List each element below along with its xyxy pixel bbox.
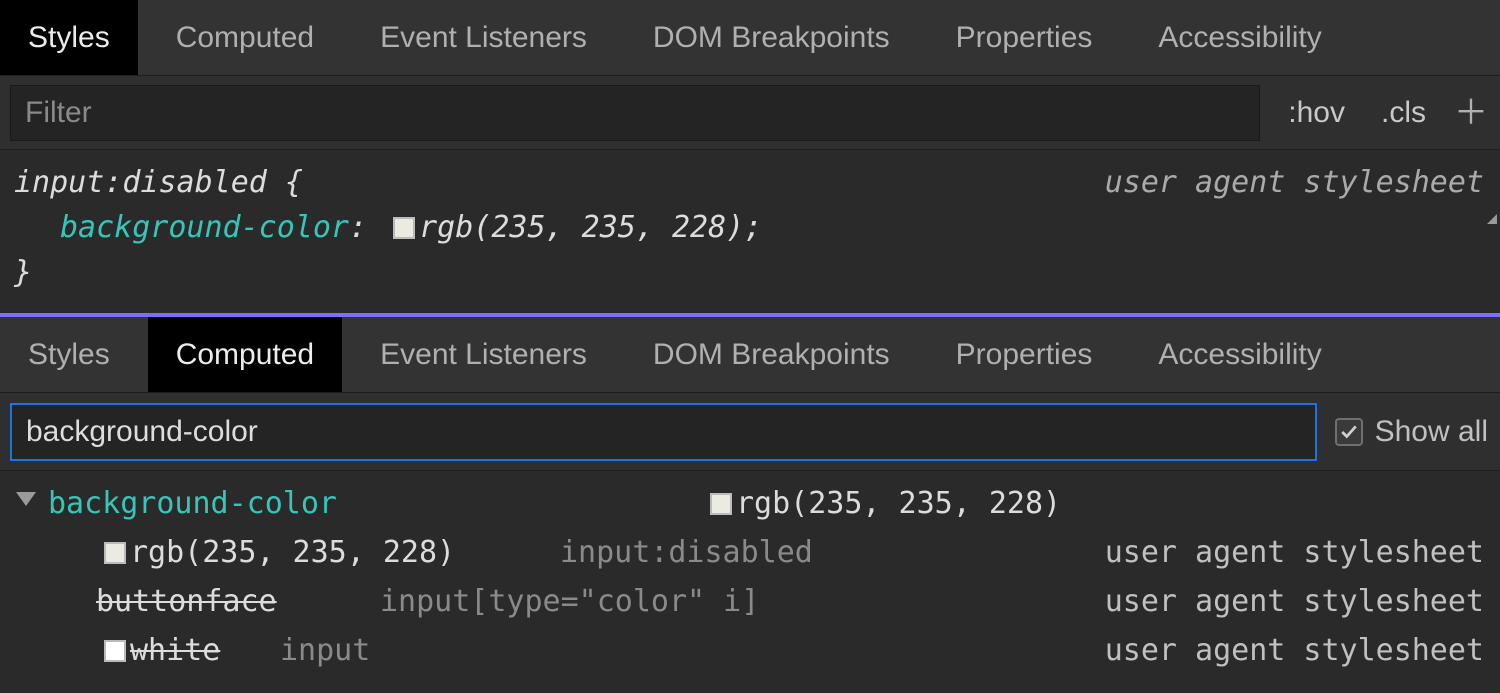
css-property-value[interactable]: rgb(235, 235, 228); <box>419 210 762 245</box>
trace-origin: user agent stylesheet <box>1105 579 1484 624</box>
rule-origin-label: user agent stylesheet <box>1105 160 1484 205</box>
styles-panel-tabbar: Styles Computed Event Listeners DOM Brea… <box>0 0 1500 76</box>
trace-origin: user agent stylesheet <box>1105 530 1484 575</box>
computed-properties-list: background-color rgb(235, 235, 228) rgb(… <box>0 471 1500 675</box>
styles-filter-wrap <box>0 76 1270 149</box>
computed-property-value: rgb(235, 235, 228) <box>736 486 1061 521</box>
tab-properties[interactable]: Properties <box>928 0 1121 75</box>
computed-toolbar: Show all <box>0 393 1500 471</box>
color-swatch-icon[interactable] <box>393 217 415 239</box>
trace-selector: input[type="color" i] <box>380 579 759 624</box>
trace-value: rgb(235, 235, 228) <box>130 530 455 575</box>
tab-event-listeners[interactable]: Event Listeners <box>352 317 615 392</box>
show-all-wrap: Show all <box>1335 415 1488 449</box>
tab-accessibility[interactable]: Accessibility <box>1130 317 1349 392</box>
tab-computed[interactable]: Computed <box>148 317 342 392</box>
color-swatch-icon[interactable] <box>710 493 732 515</box>
tab-event-listeners[interactable]: Event Listeners <box>352 0 615 75</box>
trace-row[interactable]: rgb(235, 235, 228) input:disabled user a… <box>0 528 1500 577</box>
expand-triangle-icon[interactable] <box>16 492 36 516</box>
styles-toolbar: :hov .cls ＋ <box>0 76 1500 150</box>
hov-toggle-button[interactable]: :hov <box>1270 76 1363 149</box>
tab-properties[interactable]: Properties <box>928 317 1121 392</box>
computed-property-value-col: rgb(235, 235, 228) <box>702 481 1061 526</box>
color-swatch-icon[interactable] <box>104 640 126 662</box>
tab-styles[interactable]: Styles <box>0 0 138 75</box>
close-brace: } <box>14 255 32 290</box>
plus-icon[interactable]: ＋ <box>1454 96 1488 130</box>
styles-filter-input[interactable] <box>10 85 1260 141</box>
cls-toggle-button[interactable]: .cls <box>1363 76 1444 149</box>
open-brace: { <box>267 165 303 200</box>
tab-styles[interactable]: Styles <box>0 317 138 392</box>
trace-row[interactable]: buttonface input[type="color" i] user ag… <box>0 577 1500 626</box>
computed-panel-tabbar: Styles Computed Event Listeners DOM Brea… <box>0 317 1500 393</box>
styles-rule-block: user agent stylesheet input:disabled { b… <box>0 150 1500 317</box>
css-property-name[interactable]: background-color <box>60 210 349 245</box>
trace-row[interactable]: white input user agent stylesheet <box>0 626 1500 675</box>
computed-property-row[interactable]: background-color rgb(235, 235, 228) <box>0 479 1500 528</box>
color-swatch-icon[interactable] <box>104 542 126 564</box>
trace-value: white <box>130 628 220 673</box>
trace-selector: input:disabled <box>560 530 813 575</box>
tab-dom-breakpoints[interactable]: DOM Breakpoints <box>625 0 918 75</box>
tab-computed[interactable]: Computed <box>148 0 342 75</box>
trace-selector: input <box>280 628 370 673</box>
trace-origin: user agent stylesheet <box>1105 628 1484 673</box>
tab-dom-breakpoints[interactable]: DOM Breakpoints <box>625 317 918 392</box>
show-all-checkbox[interactable] <box>1335 418 1363 446</box>
computed-filter-input[interactable] <box>10 403 1317 461</box>
colon: : <box>349 210 367 245</box>
checkmark-icon <box>1340 423 1358 441</box>
new-style-rule-wrap: ＋ <box>1444 76 1496 149</box>
rule-selector[interactable]: input:disabled <box>14 165 267 200</box>
computed-property-name: background-color <box>48 481 337 526</box>
trace-value: buttonface <box>96 579 277 624</box>
tab-accessibility[interactable]: Accessibility <box>1130 0 1349 75</box>
show-all-label: Show all <box>1375 415 1488 449</box>
